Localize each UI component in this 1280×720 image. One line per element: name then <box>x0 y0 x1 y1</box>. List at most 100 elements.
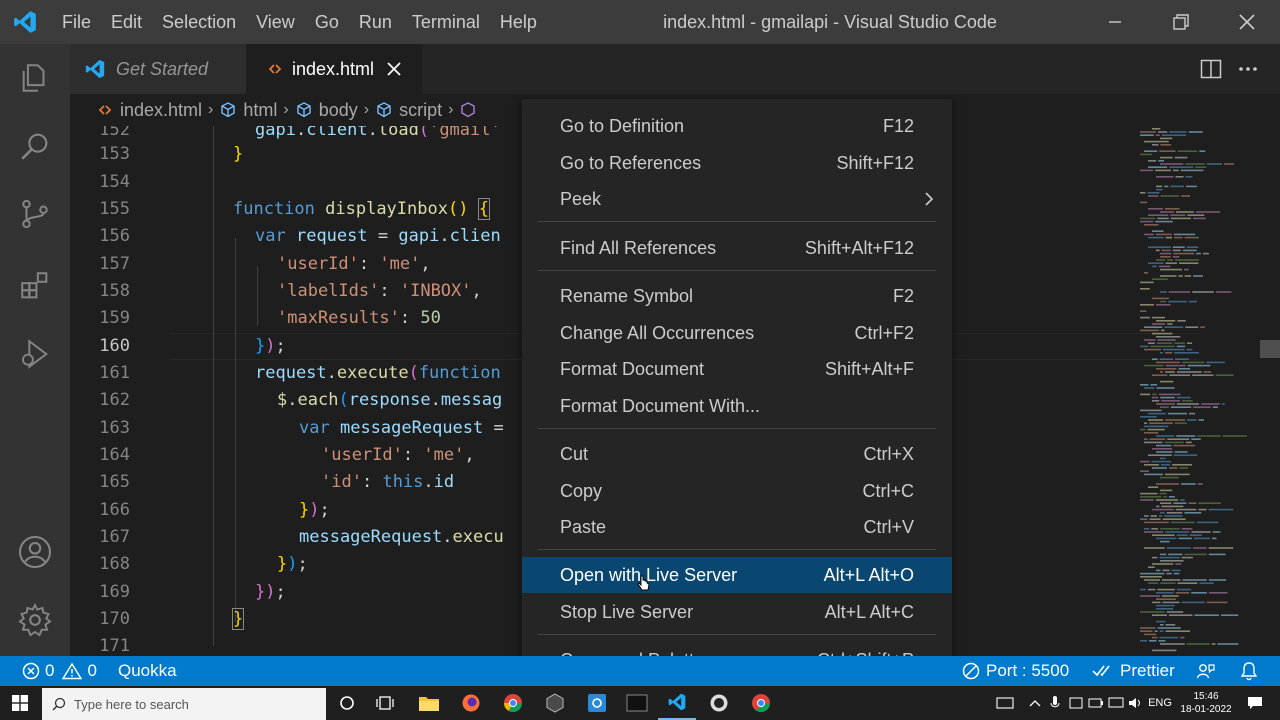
menu-item-stop-live-server[interactable]: Stop Live Server Alt+L Alt+C <box>522 594 952 630</box>
github-desktop-icon[interactable] <box>700 686 738 720</box>
cortana-icon[interactable] <box>330 686 364 720</box>
tray-keyboard-icon[interactable] <box>990 686 1020 720</box>
minimap-code-stroke <box>1168 291 1191 293</box>
minimap-code-stroke <box>1193 537 1211 540</box>
menu-run[interactable]: Run <box>349 0 402 44</box>
tray-mic-icon[interactable] <box>1046 686 1064 720</box>
accounts-icon[interactable] <box>0 520 70 584</box>
minimize-button[interactable] <box>1082 0 1148 44</box>
minimap-code-stroke <box>1168 300 1187 303</box>
menu-item-go-to-definition[interactable]: Go to Definition F12 <box>522 108 952 144</box>
minimap-code-stroke <box>1140 304 1154 306</box>
breadcrumb-item[interactable]: index.html <box>98 100 202 121</box>
minimap-code-stroke <box>1217 643 1239 645</box>
minimap-code-stroke <box>1172 169 1179 172</box>
terminal-app-icon[interactable] <box>618 686 656 720</box>
tab-get-started[interactable]: Get Started <box>70 44 246 94</box>
minimap-code-stroke <box>1166 572 1172 575</box>
manage-gear-icon[interactable] <box>0 588 70 652</box>
breadcrumb-item[interactable]: body <box>295 100 358 121</box>
menu-item-peek[interactable]: Peek <box>522 181 952 217</box>
problems-indicator[interactable]: 0 0 <box>22 656 97 686</box>
minimap-code-stroke <box>1140 329 1159 332</box>
minimap-code-stroke <box>1148 566 1155 568</box>
menu-item-find-all-references[interactable]: Find All References Shift+Alt+F12 <box>522 230 952 266</box>
minimap-code-stroke <box>1152 556 1158 559</box>
minimap-code-stroke <box>1179 467 1189 469</box>
prettier-status[interactable]: Prettier <box>1092 656 1175 686</box>
run-debug-icon[interactable] <box>0 322 70 386</box>
explorer-icon[interactable] <box>0 46 70 110</box>
minimap-code-stroke <box>1159 150 1176 152</box>
unity-app-icon[interactable] <box>536 686 574 720</box>
menu-terminal[interactable]: Terminal <box>402 0 490 44</box>
tray-language[interactable]: ENG <box>1146 686 1174 720</box>
task-view-icon[interactable] <box>368 686 402 720</box>
restore-button[interactable] <box>1148 0 1214 44</box>
context-menu: Go to Definition F12 Go to References Shif… <box>522 99 952 686</box>
menu-item-cut[interactable]: Cut Ctrl+X <box>522 436 952 472</box>
minimap[interactable] <box>1130 126 1260 656</box>
breadcrumb-item[interactable]: script <box>375 100 442 121</box>
menu-selection[interactable]: Selection <box>152 0 246 44</box>
chrome-alt-icon[interactable] <box>742 686 780 720</box>
more-actions-icon[interactable] <box>1238 66 1258 72</box>
app-blue-icon[interactable] <box>578 686 616 720</box>
feedback-icon[interactable] <box>1196 656 1216 686</box>
menu-item-go-to-references[interactable]: Go to References Shift+F12 <box>522 145 952 181</box>
minimap-code-stroke <box>1151 528 1159 530</box>
split-editor-icon[interactable] <box>1200 59 1222 79</box>
tray-network-icon[interactable] <box>1106 686 1126 720</box>
tray-onedrive-icon[interactable] <box>1066 686 1086 720</box>
tray-volume-icon[interactable] <box>1126 686 1146 720</box>
menu-go[interactable]: Go <box>305 0 349 44</box>
menu-item-format-document-with[interactable]: Format Document With... <box>522 388 952 424</box>
scrollbar-thumb[interactable] <box>1260 340 1280 358</box>
quokka-status[interactable]: Quokka <box>118 656 177 686</box>
minimap-code-stroke <box>1181 195 1191 197</box>
extensions-icon[interactable] <box>0 254 70 318</box>
minimap-code-stroke <box>1160 464 1171 466</box>
menu-edit[interactable]: Edit <box>101 0 152 44</box>
tray-chevron-up-icon[interactable] <box>1026 686 1044 720</box>
minimap-code-stroke <box>1140 192 1146 194</box>
minimap-code-stroke <box>1168 614 1193 616</box>
chrome-icon[interactable] <box>494 686 532 720</box>
breadcrumb-item[interactable]: html <box>219 100 277 121</box>
menu-view[interactable]: View <box>246 0 305 44</box>
minimap-code-stroke <box>1181 483 1196 485</box>
minimap-code-stroke <box>1174 156 1188 159</box>
close-window-button[interactable] <box>1214 0 1280 44</box>
tray-clock[interactable]: 15:46 18-01-2022 <box>1178 686 1234 720</box>
firefox-icon[interactable] <box>452 686 490 720</box>
action-center-icon[interactable] <box>1240 686 1270 720</box>
minimap-code-stroke <box>1152 400 1160 402</box>
menu-item-open-with-live-server[interactable]: Open with Live Server Alt+L Alt+O <box>522 557 952 593</box>
source-control-icon[interactable] <box>0 182 70 246</box>
line-number: 155 <box>99 199 130 219</box>
minimap-code-stroke <box>1221 403 1225 405</box>
code-line: }); <box>299 500 330 520</box>
vscode-taskbar-icon[interactable] <box>658 686 696 720</box>
menu-item-paste[interactable]: Paste Ctrl+V <box>522 509 952 545</box>
minimap-code-stroke <box>1156 259 1166 261</box>
menu-help[interactable]: Help <box>490 0 547 44</box>
search-icon[interactable] <box>0 114 70 178</box>
code-line: messageRequest.execu <box>299 527 504 547</box>
file-explorer-icon[interactable] <box>410 686 448 720</box>
menu-item-rename-symbol[interactable]: Rename Symbol F2 <box>522 278 952 314</box>
notifications-bell-icon[interactable] <box>1240 656 1258 686</box>
menu-item-copy[interactable]: Copy Ctrl+C <box>522 473 952 509</box>
tray-battery-icon[interactable] <box>1086 686 1106 720</box>
windows-start-icon[interactable] <box>0 686 40 720</box>
live-server-port[interactable]: Port : 5500 <box>962 656 1069 686</box>
minimap-code-stroke <box>1160 553 1167 556</box>
menu-item-format-document[interactable]: Format Document Shift+Alt+F <box>522 351 952 387</box>
tab-index-html[interactable]: index.html <box>246 44 422 94</box>
minimap-code-stroke <box>1176 588 1192 591</box>
taskbar-search-box[interactable]: Type here to search <box>42 688 326 720</box>
menu-item-change-all-occurrences[interactable]: Change All Occurrences Ctrl+F2 <box>522 315 952 351</box>
minimap-code-stroke <box>1177 582 1198 584</box>
menu-file[interactable]: File <box>50 0 101 44</box>
close-tab-icon[interactable] <box>386 61 402 77</box>
